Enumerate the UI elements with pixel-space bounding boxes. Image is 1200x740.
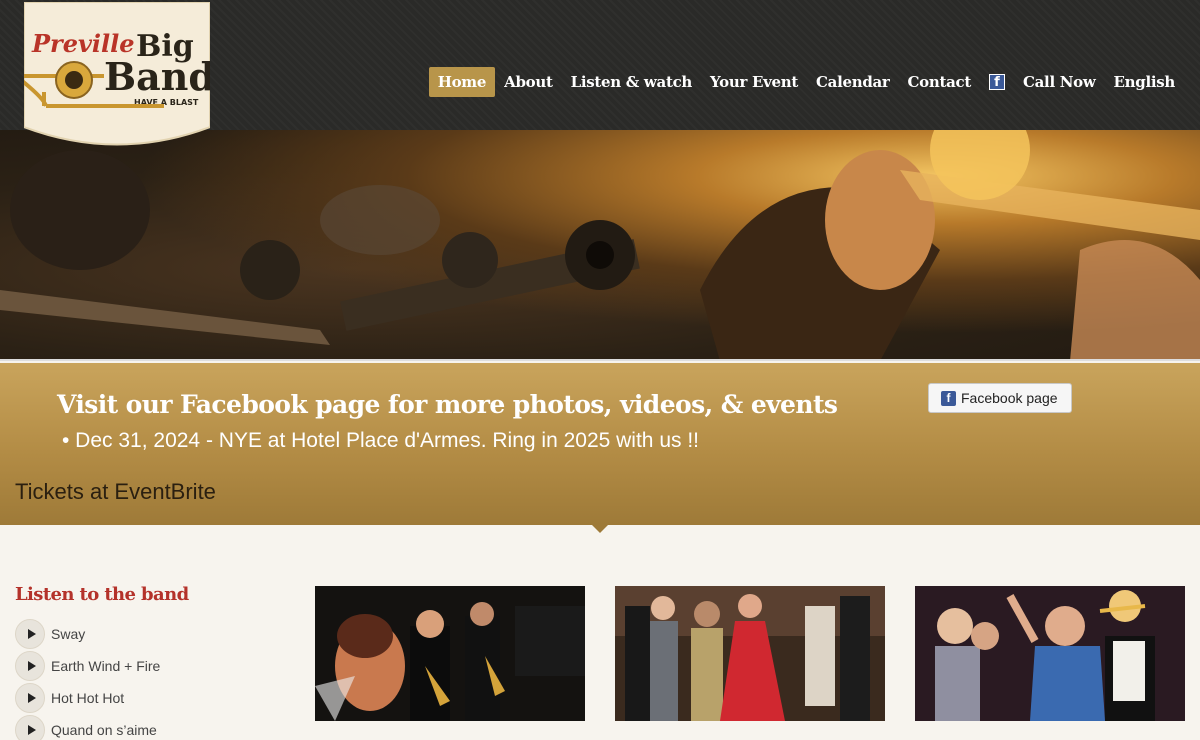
- track-item[interactable]: Quand on s’aime: [15, 714, 160, 740]
- site-logo[interactable]: Preville Big Band HAVE A BLAST: [24, 2, 210, 152]
- track-name: Quand on s’aime: [51, 722, 157, 738]
- play-icon[interactable]: [15, 619, 45, 649]
- band-pointer-arrow: [592, 525, 608, 533]
- facebook-page-label: Facebook page: [961, 390, 1058, 406]
- track-item[interactable]: Sway: [15, 618, 160, 650]
- band-tickets-text: Tickets at EventBrite: [15, 479, 216, 504]
- track-item[interactable]: Hot Hot Hot: [15, 682, 160, 714]
- nav-calendar[interactable]: Calendar: [807, 67, 899, 97]
- track-item[interactable]: Earth Wind + Fire: [15, 650, 160, 682]
- play-icon[interactable]: [15, 651, 45, 681]
- track-name: Earth Wind + Fire: [51, 658, 161, 674]
- nav-call-now[interactable]: Call Now: [1014, 67, 1105, 97]
- photo-band-performing[interactable]: [315, 586, 585, 721]
- main-nav: Home About Listen & watch Your Event Cal…: [428, 67, 1184, 97]
- play-icon[interactable]: [15, 715, 45, 740]
- facebook-icon: f: [941, 390, 956, 406]
- hero-banner-image: [0, 130, 1200, 361]
- track-list: Sway Earth Wind + Fire Hot Hot Hot Quand…: [15, 618, 160, 740]
- nav-your-event[interactable]: Your Event: [701, 67, 807, 97]
- facebook-icon[interactable]: f: [989, 74, 1005, 90]
- logo-graphic: Preville Big Band HAVE A BLAST: [24, 2, 210, 146]
- track-name: Sway: [51, 626, 86, 642]
- site-header: Preville Big Band HAVE A BLAST Home Abou…: [0, 0, 1200, 146]
- nav-home[interactable]: Home: [428, 67, 496, 97]
- play-icon[interactable]: [15, 683, 45, 713]
- logo-line3: Band: [104, 54, 210, 99]
- band-news-item: • Dec 31, 2024 - NYE at Hotel Place d'Ar…: [62, 429, 700, 452]
- photo-dancing-guests[interactable]: [615, 586, 885, 721]
- nav-about[interactable]: About: [495, 67, 561, 97]
- band-title: Visit our Facebook page for more photos,…: [57, 390, 838, 419]
- nav-listen-watch[interactable]: Listen & watch: [562, 67, 701, 97]
- nav-language[interactable]: English: [1105, 67, 1184, 97]
- photo-party-crowd[interactable]: [915, 586, 1185, 721]
- nav-contact[interactable]: Contact: [899, 67, 980, 97]
- listen-section-title: Listen to the band: [15, 584, 189, 605]
- announcement-band: Visit our Facebook page for more photos,…: [0, 363, 1200, 525]
- track-name: Hot Hot Hot: [51, 690, 125, 706]
- facebook-page-button[interactable]: f Facebook page: [928, 383, 1072, 413]
